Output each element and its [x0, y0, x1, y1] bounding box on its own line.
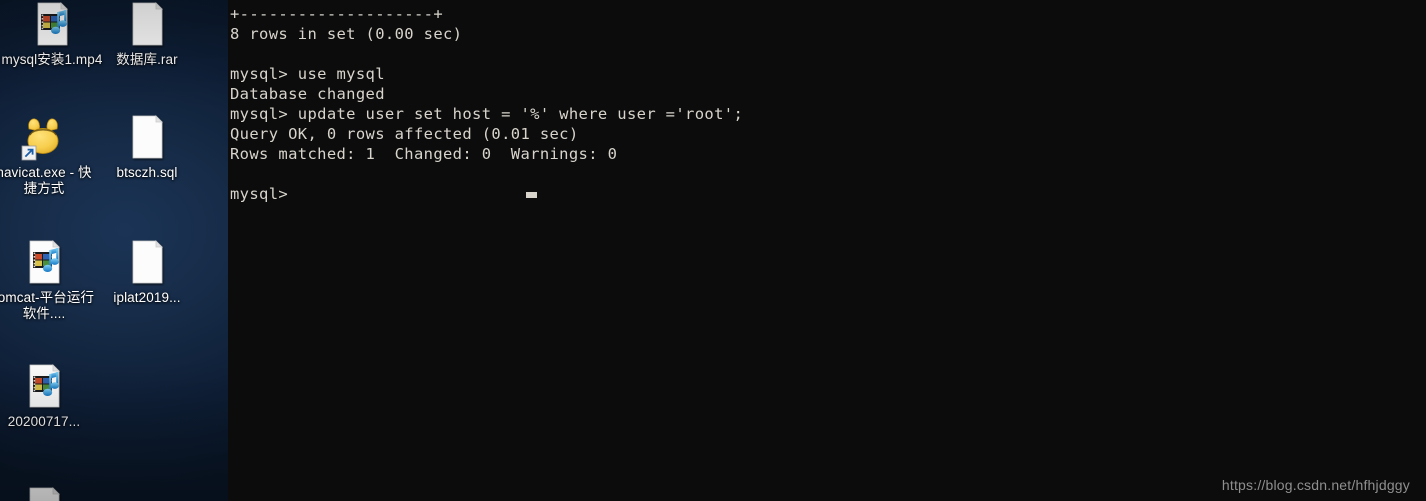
- desktop-icon-label: btsczh.sql: [116, 165, 178, 180]
- media-file-icon: [37, 2, 68, 46]
- desktop-icon-btsczh-sql-file[interactable]: btsczh.sql: [95, 113, 199, 181]
- windows-desktop[interactable]: mysql安装1.mp4 数据库.rar navicat.exe - 快捷方式 bts…: [0, 0, 228, 501]
- desktop-icon-navicat-shortcut[interactable]: navicat.exe - 快捷方式: [0, 113, 96, 197]
- blank-document-icon: [123, 113, 171, 161]
- desktop-icon-20200717-video[interactable]: 20200717...: [0, 362, 96, 430]
- desktop-icon-label: mysql安装1.mp4: [1, 52, 103, 67]
- blank-document-icon: [132, 2, 163, 46]
- desktop-icon-mysql-install-video[interactable]: mysql安装1.mp4: [0, 0, 104, 68]
- media-file-icon: [29, 240, 60, 284]
- media-file-icon: [20, 238, 68, 286]
- media-file-icon: [29, 364, 60, 408]
- blank-document-icon: [132, 240, 163, 284]
- media-file-icon: [20, 362, 68, 410]
- desktop-icon-database-archive[interactable]: 数据库.rar: [95, 0, 199, 68]
- desktop-icon-label: navicat.exe - 快捷方式: [0, 165, 92, 196]
- mysql-console-window[interactable]: +--------------------+ 8 rows in set (0.…: [228, 0, 1426, 501]
- screen-root: mysql安装1.mp4 数据库.rar navicat.exe - 快捷方式 bts…: [0, 0, 1426, 501]
- desktop-icon-iplat2019-file[interactable]: iplat2019...: [95, 238, 199, 306]
- navicat-elephant-icon: [21, 118, 59, 161]
- desktop-icon-partial-bottom-file[interactable]: [0, 485, 96, 501]
- blank-document-icon: [29, 487, 60, 501]
- blank-document-icon: [123, 238, 171, 286]
- blank-document-icon: [132, 115, 163, 159]
- blank-document-icon: [20, 485, 68, 501]
- desktop-icon-label: 数据库.rar: [116, 52, 178, 67]
- shortcut-arrow-badge: [21, 145, 37, 161]
- desktop-icon-label: iplat2019...: [113, 290, 181, 305]
- desktop-icon-tomcat-platform-video[interactable]: tomcat-平台运行软件....: [0, 238, 96, 322]
- csdn-watermark: https://blog.csdn.net/hfhjdggy: [1221, 477, 1410, 493]
- console-output-text: +--------------------+ 8 rows in set (0.…: [230, 5, 744, 203]
- blank-document-icon: [123, 0, 171, 48]
- desktop-icon-label: 20200717...: [7, 414, 81, 429]
- console-cursor: [526, 192, 537, 198]
- navicat-elephant-icon: [20, 113, 68, 161]
- desktop-icon-label: tomcat-平台运行软件....: [0, 290, 95, 321]
- media-file-icon: [28, 0, 76, 48]
